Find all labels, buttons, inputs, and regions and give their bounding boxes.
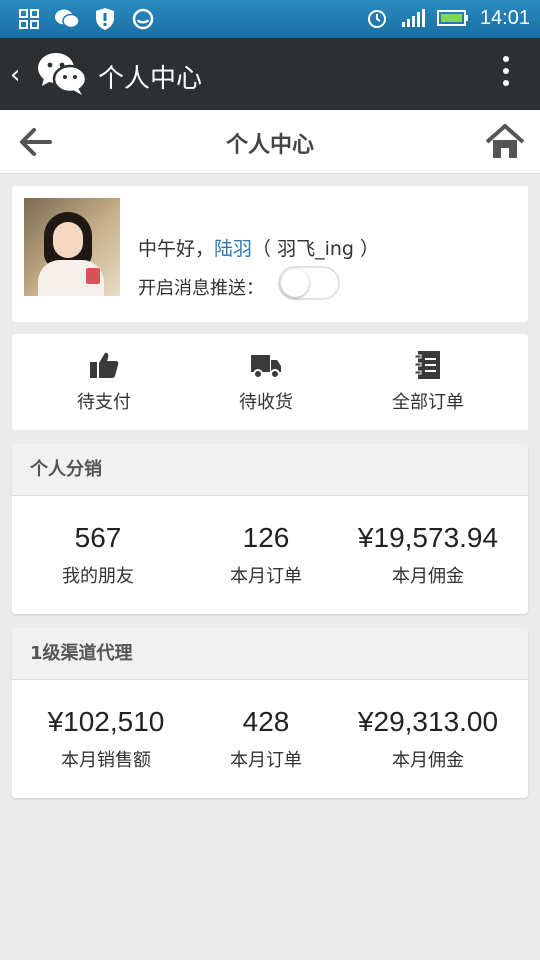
order-label: 待收货 xyxy=(239,392,293,413)
page-header: 个人中心 xyxy=(0,110,540,174)
battery-icon xyxy=(436,5,470,31)
stat-value: ¥29,313.00 xyxy=(357,706,499,737)
toggle-knob xyxy=(281,269,309,297)
card-title: 1级渠道代理 xyxy=(12,628,528,680)
distribution-card: 个人分销 567 我的朋友 126 本月订单 ¥19,573.94 本月佣金 xyxy=(12,444,528,614)
wechat-logo-icon xyxy=(36,50,88,98)
stat-label: 本月订单 xyxy=(230,750,302,771)
order-shortcuts: 待支付 待收货 全部订单 xyxy=(12,334,528,430)
stat-label: 本月佣金 xyxy=(392,566,464,587)
home-icon[interactable] xyxy=(484,122,526,162)
truck-icon xyxy=(250,350,282,380)
wechat-notification-icon xyxy=(54,6,80,32)
stat-label: 本月佣金 xyxy=(392,750,464,771)
stat-value: ¥102,510 xyxy=(47,706,165,737)
stat-friends[interactable]: 567 我的朋友 xyxy=(12,496,184,588)
stat-monthly-sales[interactable]: ¥102,510 本月销售额 xyxy=(20,680,192,772)
status-time: 14:01 xyxy=(479,6,530,29)
stat-value: ¥19,573.94 xyxy=(357,522,499,553)
order-pending-payment[interactable]: 待支付 xyxy=(24,334,184,430)
stat-label: 本月订单 xyxy=(230,566,302,587)
thumbs-up-icon xyxy=(88,350,120,380)
stat-monthly-commission[interactable]: ¥29,313.00 本月佣金 xyxy=(342,680,514,772)
page-title: 个人中心 xyxy=(225,133,314,158)
order-label: 待支付 xyxy=(77,392,131,413)
signal-icon xyxy=(400,5,426,31)
stat-value: 428 xyxy=(242,706,290,737)
shield-icon xyxy=(92,6,118,32)
stat-monthly-orders[interactable]: 428 本月订单 xyxy=(180,680,352,772)
sync-icon xyxy=(130,6,156,32)
order-pending-delivery[interactable]: 待收货 xyxy=(186,334,346,430)
agent-card: 1级渠道代理 ¥102,510 本月销售额 428 本月订单 ¥29,313.0… xyxy=(12,628,528,798)
status-bar: 14:01 xyxy=(0,0,540,38)
push-toggle[interactable] xyxy=(278,266,340,300)
stat-label: 我的朋友 xyxy=(62,566,134,587)
stat-monthly-commission[interactable]: ¥19,573.94 本月佣金 xyxy=(342,496,514,588)
stat-monthly-orders[interactable]: 126 本月订单 xyxy=(180,496,352,588)
stats-row: 567 我的朋友 126 本月订单 ¥19,573.94 本月佣金 xyxy=(12,496,528,614)
order-label: 全部订单 xyxy=(392,392,464,413)
stat-value: 567 xyxy=(74,522,122,553)
back-chevron-icon[interactable]: ‹ xyxy=(10,60,20,90)
app-bar-title: 个人中心 xyxy=(98,64,203,94)
stats-row: ¥102,510 本月销售额 428 本月订单 ¥29,313.00 本月佣金 xyxy=(12,680,528,798)
app-bar: ‹ 个人中心 xyxy=(0,38,540,110)
user-name[interactable]: 陆羽 xyxy=(214,238,252,260)
apps-grid-icon xyxy=(16,6,42,32)
alarm-icon xyxy=(364,5,390,31)
stat-value: 126 xyxy=(242,522,290,553)
avatar[interactable] xyxy=(24,198,120,296)
card-title: 个人分销 xyxy=(12,444,528,496)
push-label: 开启消息推送： xyxy=(138,278,264,299)
notebook-icon xyxy=(412,350,444,380)
user-nickname: （ 羽飞_ing ） xyxy=(252,238,379,260)
order-all[interactable]: 全部订单 xyxy=(348,334,508,430)
stat-label: 本月销售额 xyxy=(61,750,151,771)
more-menu-icon[interactable] xyxy=(502,56,510,92)
greeting-line: 中午好，陆羽（ 羽飞_ing ） xyxy=(138,234,379,261)
profile-card: 中午好，陆羽（ 羽飞_ing ） 开启消息推送： xyxy=(12,186,528,322)
greeting-text: 中午好， xyxy=(138,238,215,260)
